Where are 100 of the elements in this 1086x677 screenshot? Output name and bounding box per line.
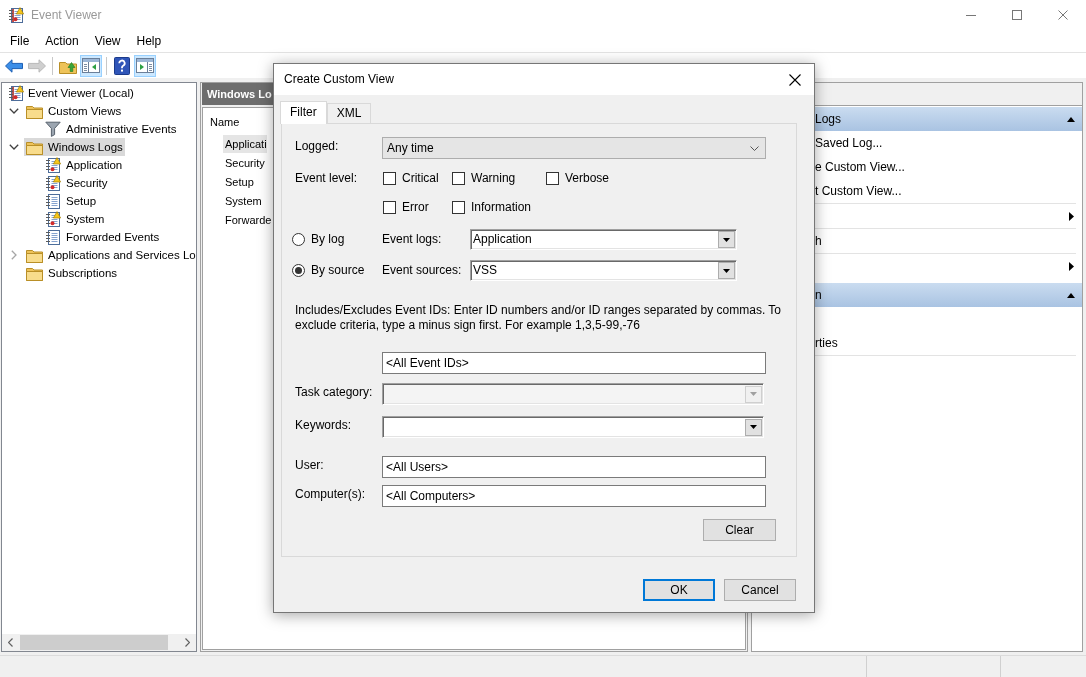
folder-icon (26, 247, 43, 263)
tree-item[interactable]: Application (43, 156, 125, 174)
scrollbar-thumb[interactable] (20, 635, 168, 650)
checkbox-label: Critical (402, 170, 439, 186)
action-link[interactable]: rties (815, 335, 838, 351)
right-arrow-icon (28, 58, 46, 73)
combo-box[interactable]: Application (470, 229, 737, 250)
horizontal-scrollbar[interactable] (2, 634, 196, 651)
radio-button[interactable] (292, 264, 305, 277)
checkbox[interactable] (546, 171, 559, 185)
field-label: Logged: (294, 138, 340, 154)
field-label: Keywords: (294, 417, 353, 433)
field-label: Computer(s): (294, 486, 366, 502)
folder-icon (26, 103, 43, 119)
dropdown-button[interactable] (718, 231, 735, 248)
triangle-right-icon[interactable] (1069, 211, 1074, 221)
triangle-right-icon[interactable] (1069, 261, 1074, 271)
triangle-down-icon (723, 237, 730, 242)
field-label: User: (294, 457, 325, 473)
text-field[interactable]: <All Users> (382, 456, 766, 478)
field-label: Event level: (294, 170, 359, 186)
section-title[interactable]: Logs (815, 111, 842, 127)
list-item[interactable]: Setup (223, 172, 254, 191)
radio-button[interactable] (292, 233, 305, 246)
folder-icon (26, 265, 43, 281)
warning-log-icon (45, 157, 61, 173)
menu-item[interactable]: Action (37, 31, 87, 51)
checkbox-label: Verbose (565, 170, 610, 186)
dropdown[interactable]: Any time (382, 137, 766, 159)
field-label: Task category: (294, 384, 374, 400)
tree-item[interactable]: Applications and Services Lo (24, 246, 198, 264)
tree-item[interactable]: Subscriptions (24, 264, 120, 282)
column-header[interactable]: Name (210, 113, 240, 131)
minimize-icon (966, 14, 976, 16)
radio-label: By source (311, 263, 365, 278)
tree-item[interactable]: Event Viewer (Local) (6, 84, 136, 102)
notebook-icon (45, 229, 61, 245)
triangle-up-icon[interactable] (1067, 292, 1075, 298)
tree-item[interactable]: Security (43, 174, 110, 192)
text-field[interactable]: <All Computers> (382, 485, 766, 507)
checkbox-label: Information (471, 199, 532, 215)
dropdown-button[interactable] (718, 262, 735, 279)
menu-item[interactable]: View (86, 31, 129, 51)
checkbox-label: Error (402, 199, 429, 215)
radio-label: By log (311, 232, 345, 247)
tab[interactable]: Filter (280, 101, 327, 124)
action-link[interactable]: e Custom View... (815, 159, 905, 175)
toolbar-button[interactable] (111, 54, 133, 77)
chevron-left-icon[interactable] (8, 638, 13, 647)
log-book-icon (8, 85, 24, 101)
notebook-icon (45, 193, 61, 209)
menu-item[interactable]: File (2, 31, 38, 51)
app-icon (8, 7, 24, 23)
field-label: Event logs: (382, 232, 443, 247)
chevron-down-icon[interactable] (9, 108, 19, 114)
triangle-down-icon (750, 425, 757, 429)
dialog-button[interactable]: Cancel (724, 579, 796, 601)
checkbox[interactable] (452, 171, 465, 185)
list-item[interactable]: Security (223, 153, 265, 172)
list-item[interactable]: Forwarde (223, 210, 272, 229)
combo-box[interactable] (382, 416, 764, 438)
tree-item[interactable]: Windows Logs (24, 138, 125, 156)
section-title[interactable]: n (815, 287, 822, 303)
tree-item[interactable]: Forwarded Events (43, 228, 162, 246)
checkbox[interactable] (452, 200, 465, 214)
checkbox-label: Warning (471, 170, 516, 186)
chevron-right-icon[interactable] (185, 638, 190, 647)
warning-log-icon (45, 211, 61, 227)
action-link[interactable]: t Custom View... (815, 183, 902, 199)
tree-item[interactable]: Setup (43, 192, 99, 210)
action-link[interactable]: h (815, 233, 822, 249)
checkbox[interactable] (383, 200, 396, 214)
tree-item[interactable]: Custom Views (24, 102, 124, 120)
folder-icon (26, 139, 43, 155)
tab[interactable]: XML (326, 103, 372, 123)
list-item[interactable]: Applicati (223, 134, 267, 153)
left-arrow-icon (5, 58, 23, 73)
text-field[interactable]: <All Event IDs> (382, 352, 766, 374)
close-icon (1058, 10, 1068, 20)
tree-item[interactable]: System (43, 210, 107, 228)
pane-title: Windows Lo (207, 86, 272, 102)
dialog-button[interactable]: OK (643, 579, 715, 601)
chevron-down-icon[interactable] (9, 144, 19, 150)
tree-item[interactable]: Administrative Events (43, 120, 179, 138)
left-pane-icon (82, 58, 100, 73)
combo-box[interactable]: VSS (470, 260, 737, 281)
close-icon (789, 73, 801, 86)
help-text: Includes/Excludes Event IDs: Enter ID numbers and/or ID ranges separated by commas. To exclude criteria, type a minus sign first. For example 1,3,5-99,-76 (295, 303, 782, 333)
action-link[interactable]: Saved Log... (815, 135, 883, 151)
list-item[interactable]: System (223, 191, 262, 210)
window-title: Event Viewer (31, 7, 102, 23)
triangle-down-icon (750, 392, 757, 396)
field-label: Event sources: (382, 263, 463, 278)
chevron-down-icon (750, 145, 759, 151)
clear-button[interactable]: Clear (703, 519, 776, 541)
checkbox[interactable] (383, 171, 396, 185)
dialog-title: Create Custom View (284, 72, 394, 87)
triangle-up-icon[interactable] (1067, 116, 1075, 122)
menu-item[interactable]: Help (128, 31, 170, 51)
dropdown-button[interactable] (745, 418, 762, 436)
